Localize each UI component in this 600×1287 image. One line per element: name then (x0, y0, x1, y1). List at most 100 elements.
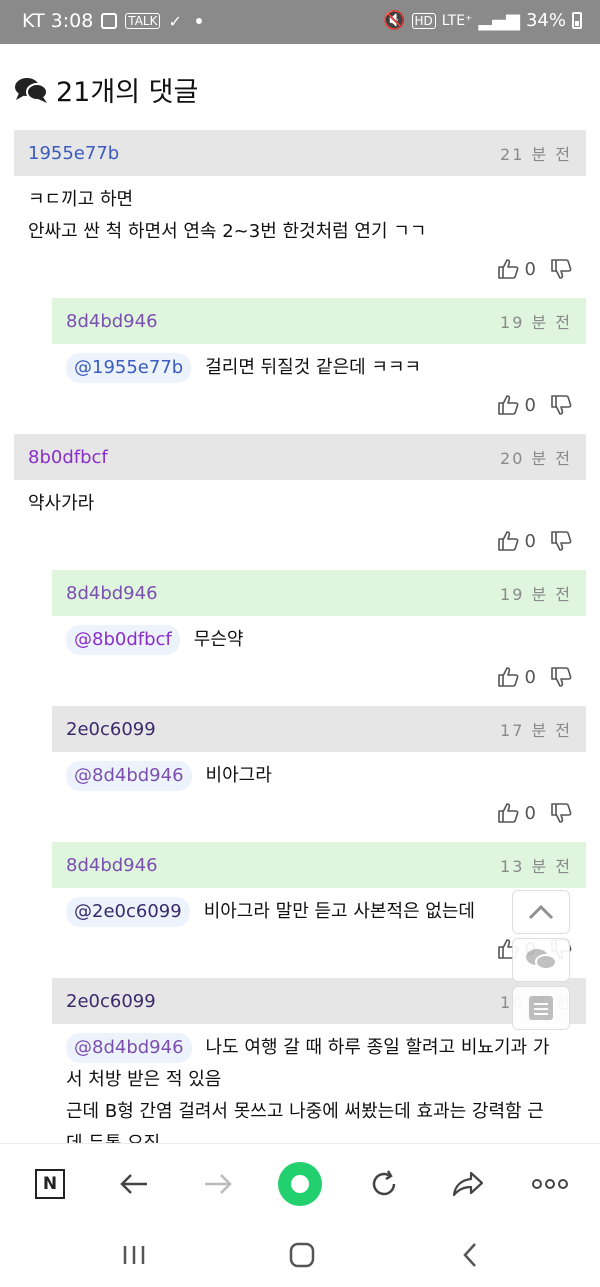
naver-home-icon: N (35, 1169, 65, 1199)
comment-text: 근데 B형 간염 걸려서 못쓰고 나중에 써봤는데 효과는 강력함 근 (66, 1101, 544, 1122)
comment-text: 비아그라 말만 듣고 사본적은 없는데 (203, 901, 475, 922)
hd-icon: HD (411, 12, 436, 29)
signal-icon: ▂▄▆ (478, 10, 520, 31)
vote-row: 0 (497, 666, 572, 688)
comment-text: 약사가라 (28, 493, 95, 514)
comment-author[interactable]: 8d4bd946 (66, 855, 158, 876)
like-button[interactable]: 0 (497, 666, 536, 688)
comment-time: 19 분 전 (500, 313, 572, 332)
comment-line: 약사가라 (28, 488, 570, 520)
like-count: 0 (524, 530, 536, 552)
comment-header-bar: 8d4bd946 13 분 전 (52, 842, 586, 888)
back-arrow-icon (120, 1174, 147, 1194)
network-label: LTE⁺ (441, 12, 473, 29)
mute-icon: 🔇 (383, 10, 406, 31)
forward-arrow-icon (205, 1174, 232, 1194)
comment-line: @8d4bd946 비아그라 (66, 760, 570, 792)
list-icon (529, 996, 553, 1020)
share-button[interactable] (444, 1160, 492, 1208)
notification-dot-icon (195, 18, 202, 24)
vpn-icon: ✓ (168, 11, 182, 31)
refresh-icon (372, 1170, 396, 1196)
thumbs-up-icon (497, 530, 519, 552)
comments-icon (526, 949, 557, 970)
like-button[interactable]: 0 (497, 394, 536, 416)
comment-line: 서 처방 받은 적 있음 (66, 1064, 570, 1096)
comments-icon (15, 77, 48, 103)
thumbs-down-icon (550, 802, 572, 824)
comment-text: 비아그라 (205, 765, 272, 786)
mention-tag[interactable]: @1955e77b (66, 353, 192, 383)
comments-header: 21개의 댓글 (14, 70, 198, 109)
recent-apps-icon (123, 1246, 145, 1264)
dislike-button[interactable] (550, 394, 572, 416)
like-count: 0 (524, 802, 536, 824)
comment-author[interactable]: 8d4bd946 (66, 311, 158, 332)
comment-author[interactable]: 8b0dfbcf (28, 447, 108, 468)
comment-author[interactable]: 8d4bd946 (66, 583, 158, 604)
refresh-button[interactable] (360, 1160, 408, 1208)
comment-text: 나도 여행 갈 때 하루 종일 할려고 비뇨기과 가 (205, 1037, 550, 1058)
vote-row: 0 (497, 802, 572, 824)
recent-apps-button[interactable] (114, 1239, 154, 1271)
back-icon (463, 1243, 476, 1267)
comment-time: 17 분 전 (500, 721, 572, 740)
comment-line: @2e0c6099 비아그라 말만 듣고 사본적은 없는데 (66, 896, 570, 928)
home-icon (289, 1242, 315, 1268)
thumbs-down-icon (550, 394, 572, 416)
like-button[interactable]: 0 (497, 258, 536, 280)
like-count: 0 (524, 258, 536, 280)
like-button[interactable]: 0 (497, 802, 536, 824)
back-button[interactable] (110, 1160, 158, 1208)
mention-tag[interactable]: @8d4bd946 (66, 1033, 192, 1063)
mention-tag[interactable]: @2e0c6099 (66, 897, 190, 927)
comments-count-title: 21개의 댓글 (56, 77, 199, 108)
dislike-button[interactable] (550, 530, 572, 552)
comment-line: 근데 B형 간염 걸려서 못쓰고 나중에 써봤는데 효과는 강력함 근 (66, 1096, 570, 1128)
status-bar: KT 3:08 TALK ✓ 🔇 HD LTE⁺ ▂▄▆ 34% (0, 0, 600, 44)
comment-body: @8d4bd946 나도 여행 갈 때 하루 종일 할려고 비뇨기과 가서 처방 … (66, 1032, 570, 1160)
comment-author[interactable]: 2e0c6099 (66, 991, 156, 1012)
comment-author[interactable]: 1955e77b (28, 143, 119, 164)
thumbs-up-icon (497, 802, 519, 824)
comment-header-bar: 8d4bd946 19 분 전 (52, 298, 586, 344)
naver-home-button[interactable]: N (26, 1160, 74, 1208)
like-button[interactable]: 0 (497, 530, 536, 552)
share-icon (452, 1171, 484, 1197)
thumbs-down-icon (550, 530, 572, 552)
more-button[interactable] (526, 1160, 574, 1208)
scroll-up-icon (528, 904, 554, 920)
thumbs-up-icon (497, 394, 519, 416)
list-float-button[interactable] (512, 986, 570, 1030)
green-dot-button[interactable] (276, 1160, 324, 1208)
comment-text: 걸리면 뒤질것 같은데 ㅋㅋㅋ (205, 357, 422, 378)
dislike-button[interactable] (550, 258, 572, 280)
vote-row: 0 (497, 394, 572, 416)
more-icon (532, 1179, 568, 1189)
mention-tag[interactable]: @8b0dfbcf (66, 625, 180, 655)
comment-line: @8d4bd946 나도 여행 갈 때 하루 종일 할려고 비뇨기과 가 (66, 1032, 570, 1064)
comment-author[interactable]: 2e0c6099 (66, 719, 156, 740)
mention-tag[interactable]: @8d4bd946 (66, 761, 192, 791)
forward-button[interactable] (194, 1160, 242, 1208)
comment-time: 19 분 전 (500, 585, 572, 604)
comment-line: @1955e77b 걸리면 뒤질것 같은데 ㅋㅋㅋ (66, 352, 570, 384)
comment-body: @2e0c6099 비아그라 말만 듣고 사본적은 없는데 (66, 896, 570, 928)
thumbs-down-icon (550, 666, 572, 688)
comment-line: @8b0dfbcf 무슨약 (66, 624, 570, 656)
talk-icon: TALK (125, 13, 161, 29)
battery-icon (572, 12, 582, 29)
dislike-button[interactable] (550, 666, 572, 688)
comment-text: 서 처방 받은 적 있음 (66, 1069, 222, 1090)
dislike-button[interactable] (550, 802, 572, 824)
system-nav-bar (0, 1221, 600, 1287)
scroll-up-button[interactable] (512, 890, 570, 934)
comment-body: ㅋㄷ끼고 하면 안싸고 싼 척 하면서 연속 2~3번 한것처럼 연기 ㄱㄱ (28, 184, 570, 248)
comments-float-button[interactable] (512, 938, 570, 982)
comment-header-bar: 1955e77b 21 분 전 (14, 130, 586, 176)
home-button[interactable] (282, 1239, 322, 1271)
comment-body: @8d4bd946 비아그라 (66, 760, 570, 792)
thumbs-up-icon (497, 258, 519, 280)
carrier-time: KT 3:08 (22, 10, 94, 32)
back-nav-button[interactable] (450, 1239, 490, 1271)
